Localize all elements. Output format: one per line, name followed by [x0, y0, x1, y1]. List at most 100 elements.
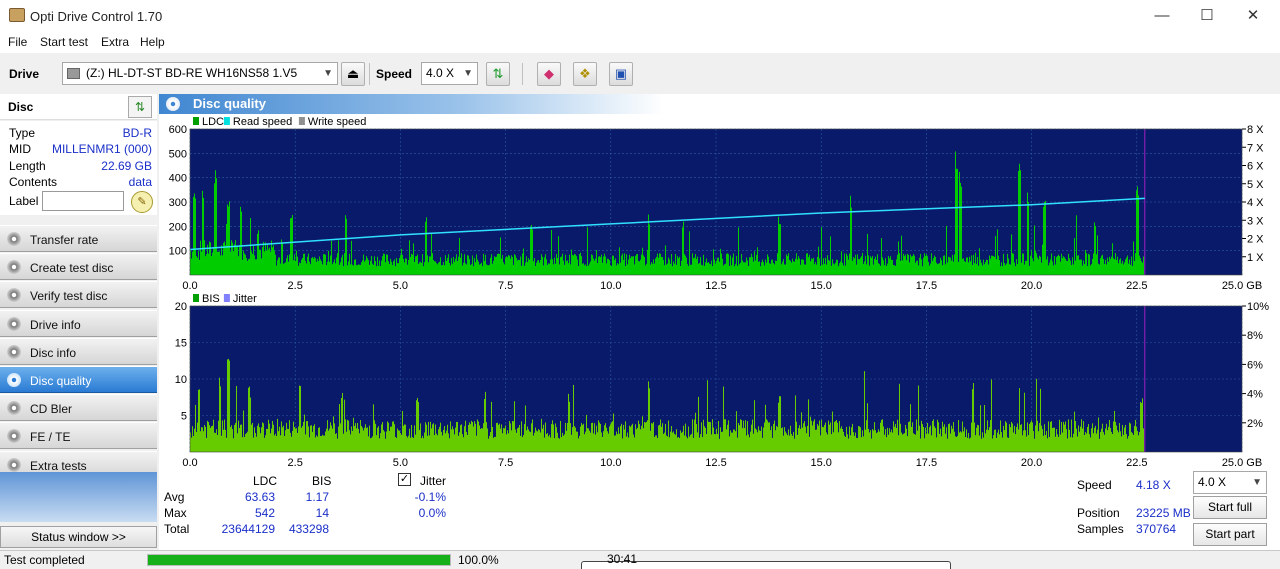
- ldc-bar: [804, 264, 805, 275]
- nav-item-disc-info[interactable]: Disc info: [0, 337, 157, 365]
- bis-bar: [928, 433, 929, 452]
- bis-bar: [408, 435, 409, 452]
- bis-bar: [979, 435, 980, 452]
- ldc-bar: [648, 214, 649, 275]
- bis-bar: [329, 428, 330, 452]
- menu-file[interactable]: File: [8, 35, 27, 49]
- save-button[interactable]: ▣: [609, 62, 633, 86]
- ldc-bar: [1055, 264, 1056, 275]
- ldc-bar: [917, 260, 918, 275]
- bis-bar: [668, 420, 669, 452]
- ldc-bar: [250, 217, 251, 275]
- menu-help[interactable]: Help: [140, 35, 165, 49]
- nav-item-drive-info[interactable]: Drive info: [0, 309, 157, 337]
- speed-select[interactable]: 4.0 X ▼: [421, 62, 478, 85]
- bis-bar: [637, 427, 638, 452]
- ldc-bar: [450, 265, 451, 275]
- jitter-checkbox[interactable]: ✓: [398, 473, 411, 486]
- ldc-bar: [749, 257, 750, 275]
- ldc-bar: [554, 257, 555, 275]
- ldc-bar: [205, 256, 206, 275]
- ldc-bar: [933, 258, 934, 275]
- ldc-bar: [991, 255, 992, 275]
- ldc-bar: [309, 261, 310, 275]
- bis-bar: [511, 430, 512, 452]
- bis-bar: [870, 430, 871, 452]
- status-window-button[interactable]: Status window >>: [0, 526, 157, 548]
- bis-bar: [1023, 430, 1024, 452]
- erase-button[interactable]: ◆: [537, 62, 561, 86]
- nav-item-create-test-disc[interactable]: Create test disc: [0, 253, 157, 281]
- ldc-bar: [903, 253, 904, 275]
- ldc-bar: [624, 253, 625, 275]
- x-tick-label: 20.0: [1021, 457, 1042, 466]
- ldc-bar: [884, 265, 885, 275]
- bis-bar: [423, 438, 424, 452]
- nav-item-fe-te[interactable]: FE / TE: [0, 422, 157, 450]
- ldc-bar: [366, 255, 367, 275]
- legend-label: Read speed: [233, 116, 292, 128]
- ldc-bar: [315, 258, 316, 275]
- start-full-button[interactable]: Start full: [1193, 496, 1267, 519]
- nav-item-disc-quality[interactable]: Disc quality: [0, 366, 157, 393]
- ldc-bar: [910, 254, 911, 275]
- ldc-bar: [415, 256, 416, 275]
- menu-start-test[interactable]: Start test: [40, 35, 88, 49]
- start-part-button[interactable]: Start part: [1193, 523, 1267, 546]
- ldc-bar: [201, 251, 202, 275]
- ldc-bar: [491, 254, 492, 275]
- copy-button[interactable]: ❖: [573, 62, 597, 86]
- disc-icon: [166, 97, 180, 111]
- ldc-bar: [885, 258, 886, 275]
- bis-bar: [828, 420, 829, 452]
- ldc-bar: [537, 260, 538, 275]
- ldc-bar: [735, 263, 736, 275]
- bis-bar: [970, 437, 971, 452]
- refresh-button[interactable]: ⇅: [486, 62, 510, 86]
- disc-label-input[interactable]: [42, 191, 124, 211]
- ldc-bar: [487, 265, 488, 275]
- maximize-button[interactable]: ☐: [1184, 4, 1230, 28]
- ldc-bar: [430, 256, 431, 275]
- close-button[interactable]: ✕: [1230, 4, 1276, 28]
- nav-item-transfer-rate[interactable]: Transfer rate: [0, 225, 157, 252]
- ldc-bar: [685, 255, 686, 275]
- test-speed-select[interactable]: 4.0 X ▼: [1193, 471, 1267, 494]
- label-apply-button[interactable]: ✎: [131, 191, 153, 213]
- bis-bar: [695, 412, 696, 452]
- nav-item-verify-test-disc[interactable]: Verify test disc: [0, 281, 157, 309]
- eject-button[interactable]: ⏏: [341, 62, 365, 86]
- ldc-bar: [242, 259, 243, 275]
- bis-bar: [602, 436, 603, 452]
- bis-bar: [366, 427, 367, 452]
- ldc-bar: [878, 263, 879, 275]
- bis-bar: [221, 435, 222, 452]
- ldc-bar: [363, 254, 364, 275]
- bis-bar: [395, 436, 396, 452]
- bis-bar: [895, 423, 896, 452]
- minimize-button[interactable]: —: [1139, 4, 1185, 28]
- disc-contents-label: Contents: [9, 175, 58, 189]
- bis-bar: [530, 432, 531, 452]
- ldc-bar: [954, 254, 955, 275]
- bis-bar: [1021, 424, 1022, 452]
- bis-bar: [245, 434, 246, 452]
- bis-bar: [953, 422, 954, 452]
- bis-bar: [954, 431, 955, 452]
- ldc-bar: [336, 257, 337, 275]
- ldc-bar: [899, 253, 900, 275]
- ldc-bar: [584, 265, 585, 275]
- bis-bar: [529, 431, 530, 452]
- disc-refresh-button[interactable]: ⇅: [128, 96, 152, 118]
- ldc-bar: [1142, 262, 1143, 275]
- bis-bar: [349, 430, 350, 452]
- bis-bar: [492, 426, 493, 452]
- drive-select[interactable]: (Z:) HL-DT-ST BD-RE WH16NS58 1.V5 ▼: [62, 62, 338, 85]
- ldc-bar: [214, 183, 215, 275]
- menu-extra[interactable]: Extra: [101, 35, 129, 49]
- nav-item-cd-bler[interactable]: CD Bler: [0, 394, 157, 422]
- bis-bar: [733, 429, 734, 452]
- bis-bar: [236, 385, 237, 452]
- bis-bar: [762, 437, 763, 452]
- ldc-bar: [1081, 259, 1082, 275]
